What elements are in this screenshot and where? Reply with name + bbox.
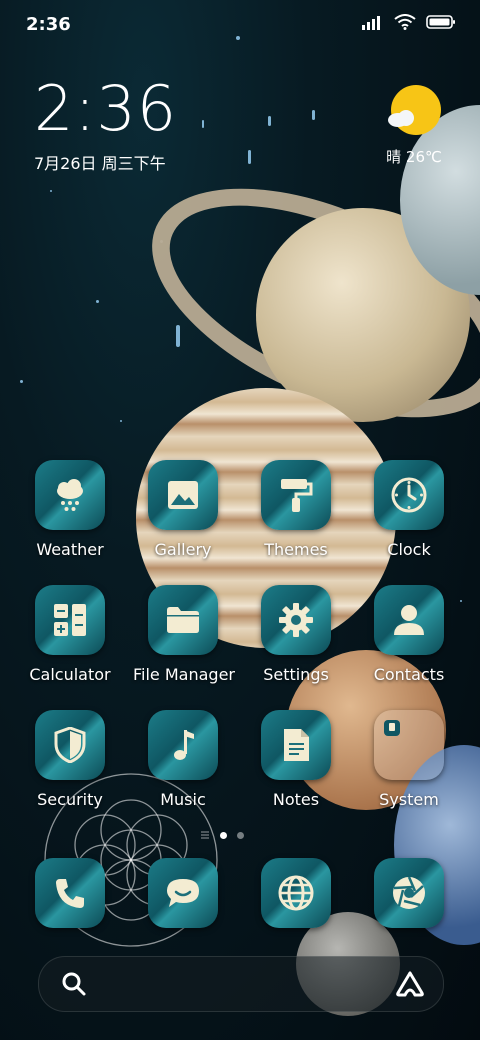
app-security[interactable]: Security [20, 710, 120, 809]
widget-time: 2:36 [34, 72, 178, 145]
dock-camera[interactable] [359, 858, 459, 928]
battery-icon [426, 15, 455, 29]
folder-system[interactable]: System [359, 710, 459, 809]
app-calculator[interactable]: Calculator [20, 585, 120, 684]
folder-icon [167, 607, 199, 633]
app-label: Music [160, 790, 206, 809]
app-label: Security [37, 790, 103, 809]
calculator-icon [54, 604, 86, 636]
globe-icon [278, 875, 314, 911]
app-weather[interactable]: Weather [20, 460, 120, 559]
app-label: Notes [272, 790, 320, 809]
app-label: Settings [263, 665, 329, 684]
app-label: Themes [264, 540, 328, 559]
image-icon [168, 481, 198, 509]
camera-aperture-icon [393, 876, 425, 909]
phone-icon [56, 879, 84, 908]
assistant-icon[interactable] [395, 971, 425, 997]
widget-date: 7月26日 周三下午 [34, 154, 166, 173]
app-label: Clock [387, 540, 431, 559]
status-icons [362, 14, 456, 30]
dock-messages[interactable] [133, 858, 233, 928]
folder-grid-icon [384, 720, 400, 736]
music-note-icon [174, 730, 194, 760]
app-music[interactable]: Music [133, 710, 233, 809]
paint-roller-icon [281, 479, 313, 512]
app-label: Calculator [29, 665, 111, 684]
list-icon [201, 831, 209, 839]
page-dot-active [220, 831, 227, 839]
app-label: File Manager [133, 665, 235, 684]
app-settings[interactable]: Settings [246, 585, 346, 684]
weather-snow-icon [57, 479, 83, 511]
search-icon [62, 972, 86, 996]
app-gallery[interactable]: Gallery [133, 460, 233, 559]
page-dot [237, 831, 244, 839]
clock-icon [391, 477, 427, 513]
signal-icon [362, 16, 380, 30]
dock-browser[interactable] [246, 858, 346, 928]
app-contacts[interactable]: Contacts [359, 585, 459, 684]
app-themes[interactable]: Themes [246, 460, 346, 559]
app-file-manager[interactable]: File Manager [133, 585, 235, 684]
weather-widget[interactable]: 晴 26℃ [384, 84, 444, 167]
app-clock[interactable]: Clock [359, 460, 459, 559]
status-time: 2:36 [26, 14, 71, 35]
app-label: Gallery [154, 540, 212, 559]
app-label: Weather [36, 540, 104, 559]
document-icon [284, 729, 309, 761]
dock-phone[interactable] [20, 858, 120, 928]
app-notes[interactable]: Notes [246, 710, 346, 809]
weather-text: 晴 26℃ [386, 148, 442, 166]
clock-widget[interactable]: 2:36 7月26日 周三下午 [34, 78, 177, 174]
page-indicator[interactable] [200, 830, 244, 840]
sun-cloud-icon [388, 85, 441, 135]
search-bar[interactable] [38, 956, 444, 1012]
gear-icon [279, 603, 313, 637]
message-icon [167, 879, 199, 907]
shield-icon [54, 727, 86, 763]
wifi-icon [394, 14, 416, 30]
person-icon [394, 605, 424, 635]
app-label: Contacts [373, 665, 445, 684]
status-bar: 2:36 [0, 0, 480, 50]
app-label: System [379, 790, 439, 809]
